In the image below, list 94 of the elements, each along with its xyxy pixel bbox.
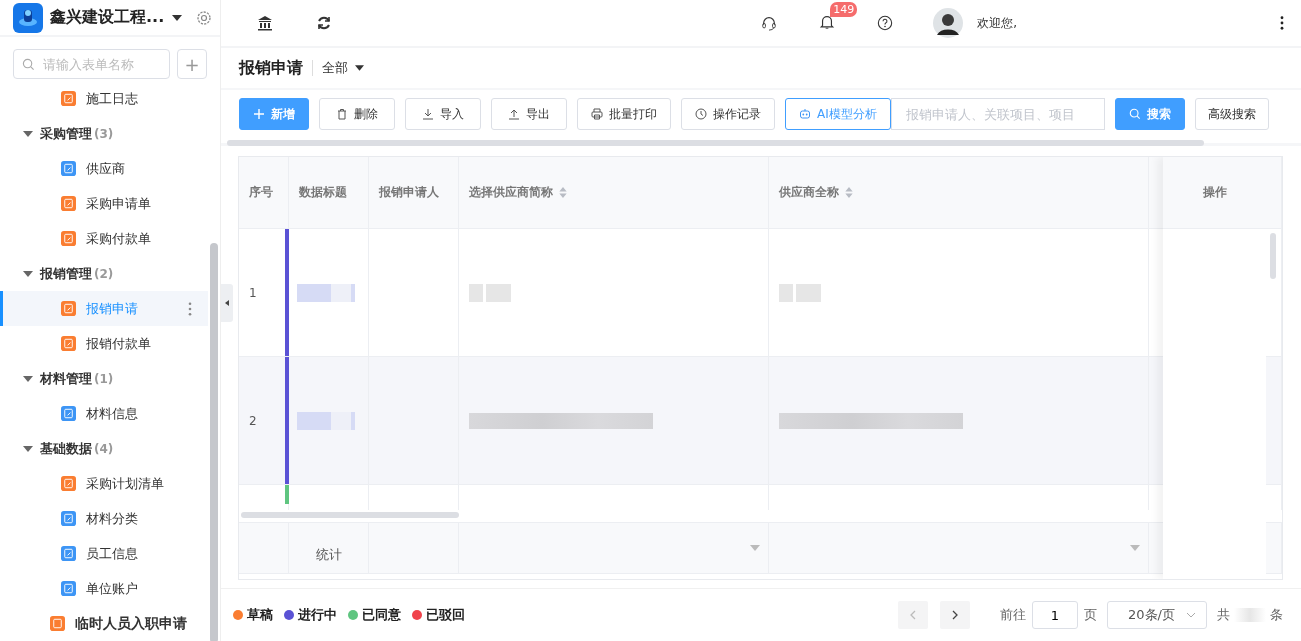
search-field[interactable]: 请输入表单名称 — [13, 49, 170, 79]
collapse-sidebar-button[interactable] — [221, 284, 233, 322]
expand-icon — [23, 375, 33, 382]
tree-item[interactable]: 材料分类 — [0, 501, 208, 536]
item-count: (1) — [94, 371, 114, 386]
more-icon[interactable] — [1280, 16, 1284, 30]
scrollbar[interactable] — [227, 140, 1204, 146]
column-header[interactable]: 数据标题 — [289, 157, 369, 229]
summary-cell: 统计 — [289, 522, 369, 574]
settings-icon[interactable] — [196, 9, 213, 26]
column-header[interactable]: 选择供应商简称 — [459, 157, 769, 229]
robot-icon — [799, 108, 811, 120]
tree-item[interactable]: 材料信息 — [0, 396, 208, 431]
goto-label: 前往 — [1000, 606, 1026, 624]
expand-icon — [23, 130, 33, 137]
page-size-select[interactable]: 20条/页 — [1107, 601, 1207, 629]
tree-group[interactable]: 基础数据(4) — [0, 431, 220, 466]
blurred-text — [297, 411, 355, 430]
tree-group[interactable]: 采购管理(3) — [0, 116, 220, 151]
avatar[interactable] — [933, 8, 964, 38]
page-input[interactable]: 1 — [1032, 601, 1078, 629]
advanced-search-button[interactable]: 高级搜索 — [1194, 98, 1269, 130]
tree-item[interactable]: 采购付款单 — [0, 221, 208, 256]
legend-label: 已同意 — [362, 606, 401, 624]
tree-group[interactable]: 材料管理(1) — [0, 361, 220, 396]
chevron-right-icon — [952, 610, 958, 620]
tree-item[interactable]: 报销付款单 — [0, 326, 208, 361]
caret-icon — [225, 300, 229, 306]
bank-icon[interactable] — [257, 15, 273, 31]
download-icon — [422, 108, 434, 120]
logo-icon — [13, 2, 43, 33]
total-label: 共 — [1217, 606, 1230, 624]
help-icon[interactable] — [877, 15, 894, 31]
tree-item[interactable]: 单位账户 — [0, 571, 208, 606]
toolbar-button[interactable]: 导出 — [491, 98, 567, 130]
expand-icon — [23, 270, 33, 277]
chevron-down-icon — [1186, 612, 1196, 618]
blurred-text — [297, 283, 355, 302]
scrollbar[interactable] — [1270, 233, 1276, 279]
sort-icon[interactable] — [559, 187, 567, 198]
item-count: (4) — [94, 441, 114, 456]
search-field[interactable]: 报销申请人、关联项目、项目 — [890, 98, 1105, 130]
toolbar-button[interactable]: 操作记录 — [681, 98, 775, 130]
search-icon — [1128, 108, 1141, 120]
app-name: 鑫兴建设工程... — [50, 7, 165, 28]
headset-icon[interactable] — [761, 15, 778, 31]
column-header[interactable]: 报销申请人 — [369, 157, 459, 229]
tree-item[interactable]: 临时人员入职申请 — [0, 606, 208, 641]
scrollbar[interactable] — [241, 512, 459, 518]
bell-icon[interactable] — [819, 13, 836, 30]
tree-group[interactable]: 报销管理(2) — [0, 256, 220, 291]
group-label: 材料管理 — [40, 369, 92, 388]
page-title: 报销申请 — [239, 57, 303, 79]
table-cell: 2 — [239, 357, 289, 485]
item-count: (2) — [94, 266, 114, 281]
notification-badge: 149 — [830, 1, 858, 17]
legend-label: 进行中 — [298, 606, 337, 624]
trash-icon — [336, 108, 348, 120]
group-label: 采购管理 — [40, 124, 92, 143]
legend-label: 草稿 — [247, 606, 273, 624]
tree-item[interactable]: 采购申请单 — [0, 186, 208, 221]
greeting: 欢迎您, — [977, 14, 1017, 32]
printer-icon — [591, 108, 603, 120]
tree-item[interactable]: 员工信息 — [0, 536, 208, 571]
clock-icon — [695, 108, 707, 120]
refresh-icon[interactable] — [316, 15, 332, 31]
group-label: 基础数据 — [40, 439, 92, 458]
blurred-text — [779, 283, 821, 302]
next-page-button[interactable] — [940, 601, 970, 629]
column-header[interactable]: 序号 — [239, 157, 289, 229]
toolbar-button[interactable]: 删除 — [319, 98, 395, 130]
filter-dropdown[interactable]: 全部 — [322, 59, 364, 77]
sort-icon[interactable] — [845, 187, 853, 198]
tree-item[interactable]: 施工日志 — [0, 81, 208, 116]
search-icon — [22, 57, 35, 71]
tree-item[interactable]: 供应商 — [0, 151, 208, 186]
scrollbar[interactable] — [210, 243, 218, 641]
column-header[interactable]: 供应商全称 — [769, 157, 1149, 229]
item-count: (3) — [94, 126, 114, 141]
caret-icon[interactable] — [172, 14, 183, 21]
chevron-left-icon — [910, 610, 916, 620]
caret-icon — [355, 65, 364, 71]
column-header: 操作 — [1163, 157, 1266, 229]
page-label: 页 — [1084, 606, 1097, 624]
legend-label: 已驳回 — [426, 606, 465, 624]
total-label: 条 — [1270, 606, 1283, 624]
tree-item[interactable]: 采购计划清单 — [0, 466, 208, 501]
plus-icon — [253, 108, 265, 120]
toolbar-button[interactable]: 批量打印 — [577, 98, 671, 130]
toolbar-button[interactable]: 导入 — [405, 98, 481, 130]
group-label: 报销管理 — [40, 264, 92, 283]
upload-icon — [508, 108, 520, 120]
blurred-text — [469, 283, 511, 302]
expand-icon — [23, 445, 33, 452]
